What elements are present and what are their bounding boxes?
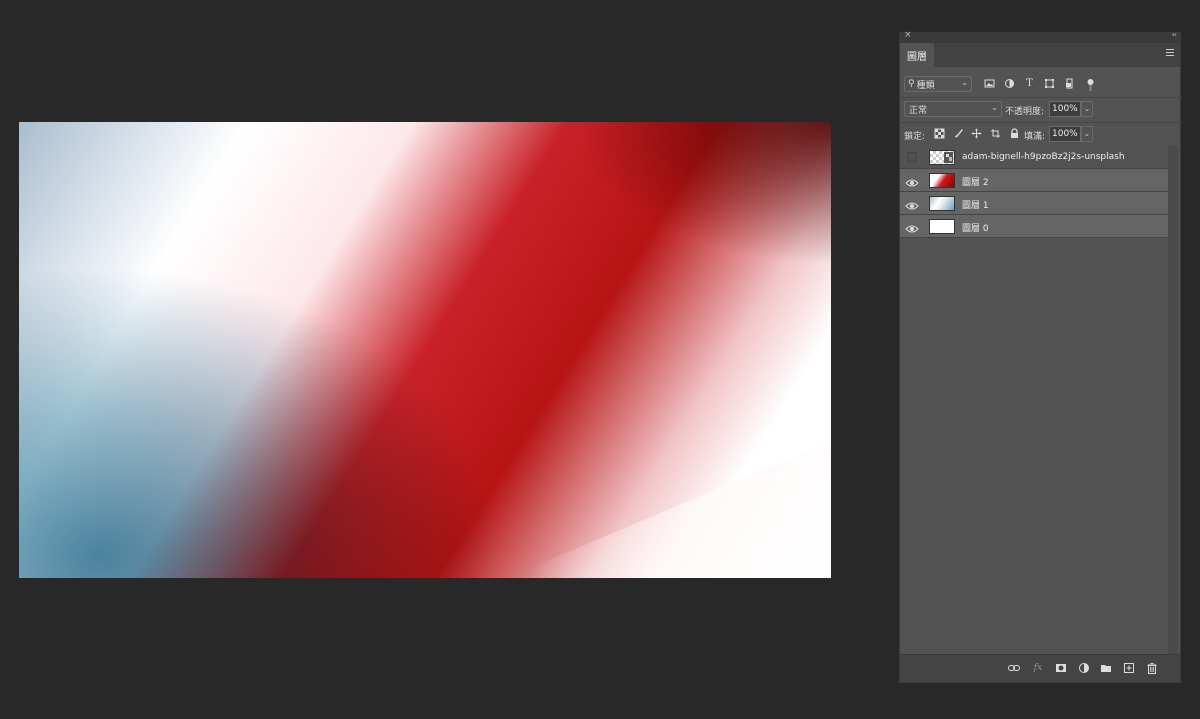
shape-filter-icon[interactable]	[1044, 78, 1055, 89]
lock-label: 鎖定:	[904, 132, 926, 142]
new-layer-icon[interactable]	[1123, 662, 1135, 674]
panel-title-bar: × ‹‹	[900, 30, 1180, 43]
filter-toggle-icon[interactable]	[1085, 78, 1096, 91]
layer-row[interactable]: 圖層 2	[900, 169, 1168, 192]
layer-row[interactable]: 圖層 1	[900, 192, 1168, 215]
fill-slider-toggle[interactable]: ⌄	[1081, 126, 1093, 142]
opacity-input[interactable]: 100%	[1049, 101, 1081, 117]
lock-pixels-brush-icon[interactable]	[953, 128, 964, 139]
chevron-down-icon: ⌄	[991, 103, 998, 112]
image-filter-icon[interactable]	[984, 78, 995, 89]
layer-thumbnail-white	[929, 219, 955, 234]
opacity-label: 不透明度:	[1005, 107, 1045, 117]
document-canvas[interactable]	[19, 122, 831, 578]
tab-layers[interactable]: 圖層	[900, 43, 934, 67]
layer-thumbnail-photo	[929, 150, 955, 165]
delete-layer-trash-icon[interactable]	[1146, 662, 1158, 674]
eye-icon[interactable]	[905, 220, 919, 233]
blend-mode-select[interactable]: 正常 ⌄	[904, 101, 1002, 117]
panel-menu-icon[interactable]	[1166, 49, 1174, 57]
opacity-slider-toggle[interactable]: ⌄	[1081, 101, 1093, 117]
fill-label: 填滿:	[1024, 132, 1046, 142]
layers-scrollbar[interactable]	[1168, 146, 1178, 656]
canvas-blue-gradient	[19, 122, 831, 578]
search-icon: ⚲	[908, 79, 915, 89]
fx-layer-style-icon[interactable]: fx	[1032, 662, 1044, 674]
layer-row[interactable]: 圖層 0	[900, 215, 1168, 238]
blend-mode-value: 正常	[909, 105, 928, 116]
close-panel-icon[interactable]: ×	[904, 30, 912, 40]
layer-name: 圖層 0	[962, 224, 989, 234]
eye-icon[interactable]	[905, 174, 919, 187]
visibility-toggle-off[interactable]	[907, 152, 917, 162]
layer-thumbnail-blue-gradient	[929, 196, 955, 211]
filter-kind-select[interactable]: ⚲ 種類 ⌄	[904, 76, 972, 92]
lock-position-move-icon[interactable]	[971, 128, 982, 139]
layers-panel: × ‹‹ 圖層 ⚲ 種類 ⌄ T 正常 ⌄ 不透明度: 100% ⌄ 鎖定: 填…	[899, 30, 1182, 683]
type-filter-icon[interactable]: T	[1024, 78, 1035, 89]
lock-artboard-icon[interactable]	[990, 128, 1001, 139]
lock-transparency-icon[interactable]	[934, 128, 945, 139]
lock-fill-row: 鎖定: 填滿: 100% ⌄	[900, 122, 1182, 145]
eye-icon[interactable]	[905, 197, 919, 210]
layer-thumbnail-red-gradient	[929, 173, 955, 188]
fill-input[interactable]: 100%	[1049, 126, 1081, 142]
filter-kind-label: 種類	[916, 80, 935, 91]
layer-name: 圖層 2	[962, 178, 989, 188]
panel-tab-bar: 圖層	[900, 43, 1180, 67]
blend-opacity-row: 正常 ⌄ 不透明度: 100% ⌄	[900, 97, 1182, 122]
layer-name: adam-bignell-h9pzoBz2j2s-unsplash	[962, 152, 1125, 162]
layers-bottom-toolbar: fx	[900, 654, 1180, 682]
collapse-panel-icon[interactable]: ‹‹	[1172, 30, 1178, 39]
new-group-folder-icon[interactable]	[1100, 662, 1112, 674]
layer-filter-row: ⚲ 種類 ⌄ T	[900, 73, 1182, 97]
layer-row[interactable]: adam-bignell-h9pzoBz2j2s-unsplash	[900, 146, 1168, 169]
new-adjustment-layer-icon[interactable]	[1078, 662, 1090, 674]
smart-object-filter-icon[interactable]	[1064, 78, 1075, 89]
layer-name: 圖層 1	[962, 201, 989, 211]
adjustment-filter-icon[interactable]	[1004, 78, 1015, 89]
lock-all-icon[interactable]	[1009, 128, 1020, 139]
add-mask-icon[interactable]	[1055, 662, 1067, 674]
canvas-white-fade	[506, 441, 831, 578]
layers-list: adam-bignell-h9pzoBz2j2s-unsplash 圖層 2 圖…	[900, 146, 1168, 656]
link-layers-icon[interactable]	[1008, 662, 1020, 674]
chevron-down-icon: ⌄	[961, 78, 968, 87]
